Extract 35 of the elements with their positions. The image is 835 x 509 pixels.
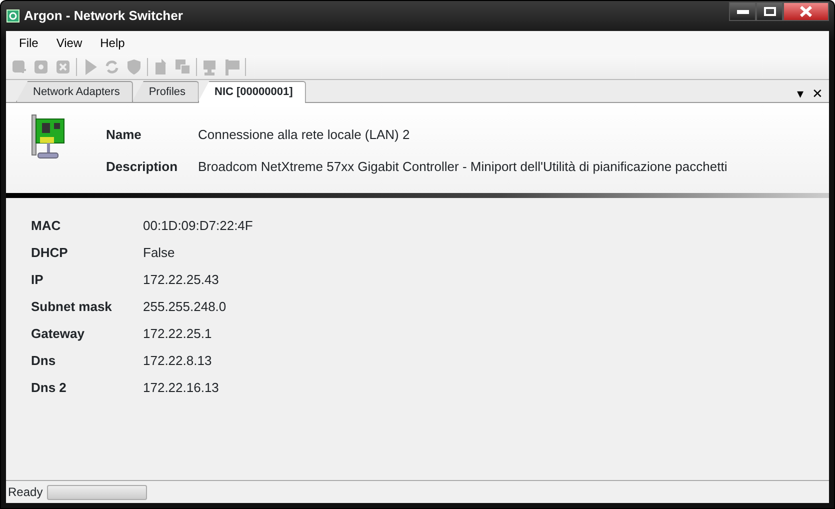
tab[interactable]: Profiles bbox=[132, 80, 199, 102]
field-value: 172.22.16.13 bbox=[143, 379, 220, 397]
menu-item[interactable]: View bbox=[47, 33, 92, 53]
field-label: IP bbox=[31, 271, 44, 289]
status-text: Ready bbox=[8, 484, 43, 501]
field-label: Subnet mask bbox=[31, 298, 113, 316]
field-label: MAC bbox=[31, 217, 62, 235]
field-label: Gateway bbox=[31, 325, 86, 343]
menu-item[interactable]: File bbox=[10, 33, 48, 53]
field-value: Connessione alla rete locale (LAN) 2 bbox=[198, 126, 411, 144]
field-label: Dns bbox=[31, 352, 57, 370]
tab[interactable]: NIC [00000001] bbox=[198, 80, 306, 103]
field-value: 172.22.8.13 bbox=[143, 352, 213, 370]
field-value: 172.22.25.1 bbox=[143, 325, 213, 343]
field-value: 172.22.25.43 bbox=[143, 271, 220, 289]
maximize-icon bbox=[764, 7, 776, 16]
minimize-icon bbox=[736, 10, 748, 14]
minimize-button[interactable] bbox=[729, 2, 756, 21]
close-icon bbox=[799, 6, 813, 17]
field-label: DHCP bbox=[31, 244, 69, 262]
field-label: Description bbox=[106, 158, 179, 176]
field-label: Dns 2 bbox=[31, 379, 68, 397]
maximize-button[interactable] bbox=[756, 2, 783, 21]
close-tab-button[interactable]: ✕ bbox=[810, 86, 825, 100]
field-value: 00:1D:09:D7:22:4F bbox=[143, 217, 254, 235]
field-value: Broadcom NetXtreme 57xx Gigabit Controller - Miniport dell'Utilità di pianificazione pacchetti bbox=[198, 158, 728, 176]
window-title: Argon - Network Switcher bbox=[24, 7, 183, 26]
app-icon bbox=[6, 9, 20, 23]
dropdown-button[interactable]: ▾ bbox=[795, 86, 806, 100]
close-button[interactable] bbox=[783, 2, 829, 21]
field-label: Name bbox=[106, 126, 142, 144]
tab[interactable]: Network Adapters bbox=[16, 80, 133, 102]
field-value: 255.255.248.0 bbox=[143, 298, 228, 316]
menu-item[interactable]: Help bbox=[91, 33, 134, 53]
field-value: False bbox=[143, 244, 176, 262]
